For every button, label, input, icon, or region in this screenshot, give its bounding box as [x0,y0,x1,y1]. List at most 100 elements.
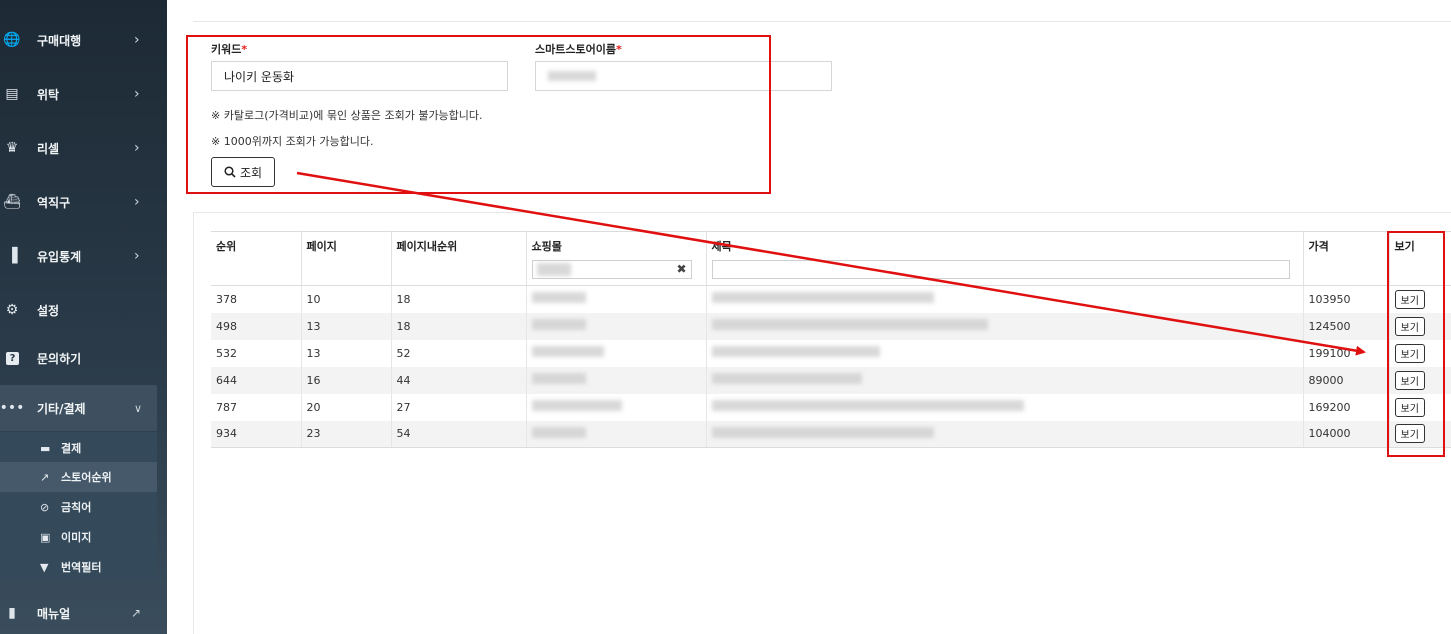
image-icon: ▣ [40,530,51,544]
annotation-view-column-box [1387,231,1445,457]
annotation-form-box [186,35,771,194]
submenu-item-store-rank[interactable]: ↗ 스토어순위 [0,462,157,492]
submenu-item-label: 금칙어 [61,501,92,514]
cell-price: 104000 [1303,420,1390,448]
submenu: ▬ 결제 ↗ 스토어순위 ⊘ 금칙어 ▣ 이미지 ▼ 번역필터 [0,432,157,582]
chevron-right-icon: › [134,140,140,156]
chevron-right-icon: › [134,32,140,48]
sidebar-item-label: 구매대행 [37,33,82,48]
cell-title [706,420,1304,448]
cell-title [706,393,1304,421]
title-filter-input[interactable] [711,260,1290,279]
sidebar-item-inquiry[interactable]: ? 문의하기 [0,338,157,378]
rank-table: 순위 페이지 페이지내순위 쇼핑몰 ✖ 제목 가격 보기 378 10 18 1… [211,231,1451,448]
col-header-mall: 쇼핑몰 ✖ [526,231,707,286]
question-icon: ? [6,351,19,365]
cell-rank: 934 [211,420,302,448]
chevron-down-icon: ∨ [134,401,143,415]
sidebar-item-consignment[interactable]: ▤ 위탁 › [0,74,157,114]
cell-rank: 644 [211,366,302,394]
cell-mall [526,285,707,313]
sidebar-item-manual[interactable]: ▮ 매뉴얼 ↗ [0,593,157,633]
book-icon: ▮ [8,605,16,621]
sidebar-item-label: 설정 [37,303,60,318]
submenu-item-translation-filter[interactable]: ▼ 번역필터 [0,552,157,582]
redacted-text [531,426,586,438]
top-divider [193,21,1451,22]
cell-price: 169200 [1303,393,1390,421]
col-header-title: 제목 [706,231,1304,286]
redacted-text [711,426,934,438]
submenu-item-payment[interactable]: ▬ 결제 [0,433,157,463]
submenu-item-label: 스토어순위 [61,471,112,484]
chevron-right-icon: › [134,86,140,102]
cell-page-rank: 52 [391,339,527,367]
table-header-row: 순위 페이지 페이지내순위 쇼핑몰 ✖ 제목 가격 보기 [211,231,1451,286]
table-row: 378 10 18 103950 보기 [211,285,1451,313]
sidebar-item-label: 매뉴얼 [37,606,71,621]
redacted-text [711,373,862,384]
submenu-item-banned-words[interactable]: ⊘ 금칙어 [0,492,157,522]
sidebar-item-label: 위탁 [37,87,60,102]
table-row: 934 23 54 104000 보기 [211,420,1451,448]
sidebar-item-label: 역직구 [37,195,71,210]
filter-icon: ▼ [40,560,49,574]
cell-mall [526,420,707,448]
redacted-text [531,400,622,411]
sidebar-item-settings[interactable]: ⚙ 설정 [0,290,157,330]
submenu-item-label: 결제 [61,442,82,455]
cell-page: 23 [301,420,392,448]
cell-mall [526,393,707,421]
crown-icon: ♛ [5,140,19,156]
chevron-right-icon: › [134,194,140,210]
redacted-text [536,263,571,276]
sidebar-item-traffic-stats[interactable]: ▐ 유입통계 › [0,236,157,276]
submenu-item-label: 이미지 [61,531,92,544]
submenu-item-image[interactable]: ▣ 이미지 [0,522,157,552]
sidebar-item-label: 기타/결제 [37,401,86,416]
sidebar-item-etc-payment[interactable]: ••• 기타/결제 ∨ [0,385,157,431]
globe-icon: 🌐 [3,32,21,48]
col-header-mall-label: 쇼핑몰 [531,240,562,253]
col-header-page: 페이지 [301,231,392,286]
col-header-page-rank: 페이지내순위 [391,231,527,286]
cell-page: 13 [301,312,392,340]
redacted-text [531,346,604,357]
col-header-title-label: 제목 [711,240,732,253]
redacted-text [711,400,1024,411]
sidebar-item-purchase-agency[interactable]: 🌐 구매대행 › [0,20,157,60]
cell-page-rank: 18 [391,312,527,340]
table-row: 498 13 18 124500 보기 [211,312,1451,340]
gear-icon: ⚙ [5,302,19,318]
store-icon: ▤ [5,86,19,102]
col-header-rank: 순위 [211,231,302,286]
table-row: 787 20 27 169200 보기 [211,393,1451,421]
cell-page-rank: 44 [391,366,527,394]
redacted-text [711,292,934,304]
redacted-text [531,319,586,330]
ban-icon: ⊘ [40,500,50,514]
card-icon: ▬ [40,441,51,455]
redacted-text [711,346,880,357]
cell-price: 103950 [1303,285,1390,313]
cell-price: 89000 [1303,366,1390,394]
redacted-text [531,373,586,384]
cell-title [706,312,1304,340]
external-link-icon: ↗ [131,606,142,620]
sidebar-item-label: 리셀 [37,141,60,156]
sidebar: 🌐 구매대행 › ▤ 위탁 › ♛ 리셀 › ⛴ 역직구 › ▐ 유입통계 › … [0,0,167,634]
sidebar-item-resell[interactable]: ♛ 리셀 › [0,128,157,168]
cell-page: 10 [301,285,392,313]
sidebar-item-label: 문의하기 [37,351,82,366]
mall-filter-input[interactable]: ✖ [531,260,692,279]
cell-price: 124500 [1303,312,1390,340]
line-chart-icon: ↗ [40,470,50,484]
cell-title [706,285,1304,313]
cell-page-rank: 18 [391,285,527,313]
sidebar-item-reverse-direct[interactable]: ⛴ 역직구 › [0,182,157,222]
cell-price: 199100 [1303,339,1390,367]
cell-rank: 532 [211,339,302,367]
cell-rank: 378 [211,285,302,313]
clear-icon[interactable]: ✖ [676,262,686,276]
sidebar-item-label: 유입통계 [37,249,82,264]
